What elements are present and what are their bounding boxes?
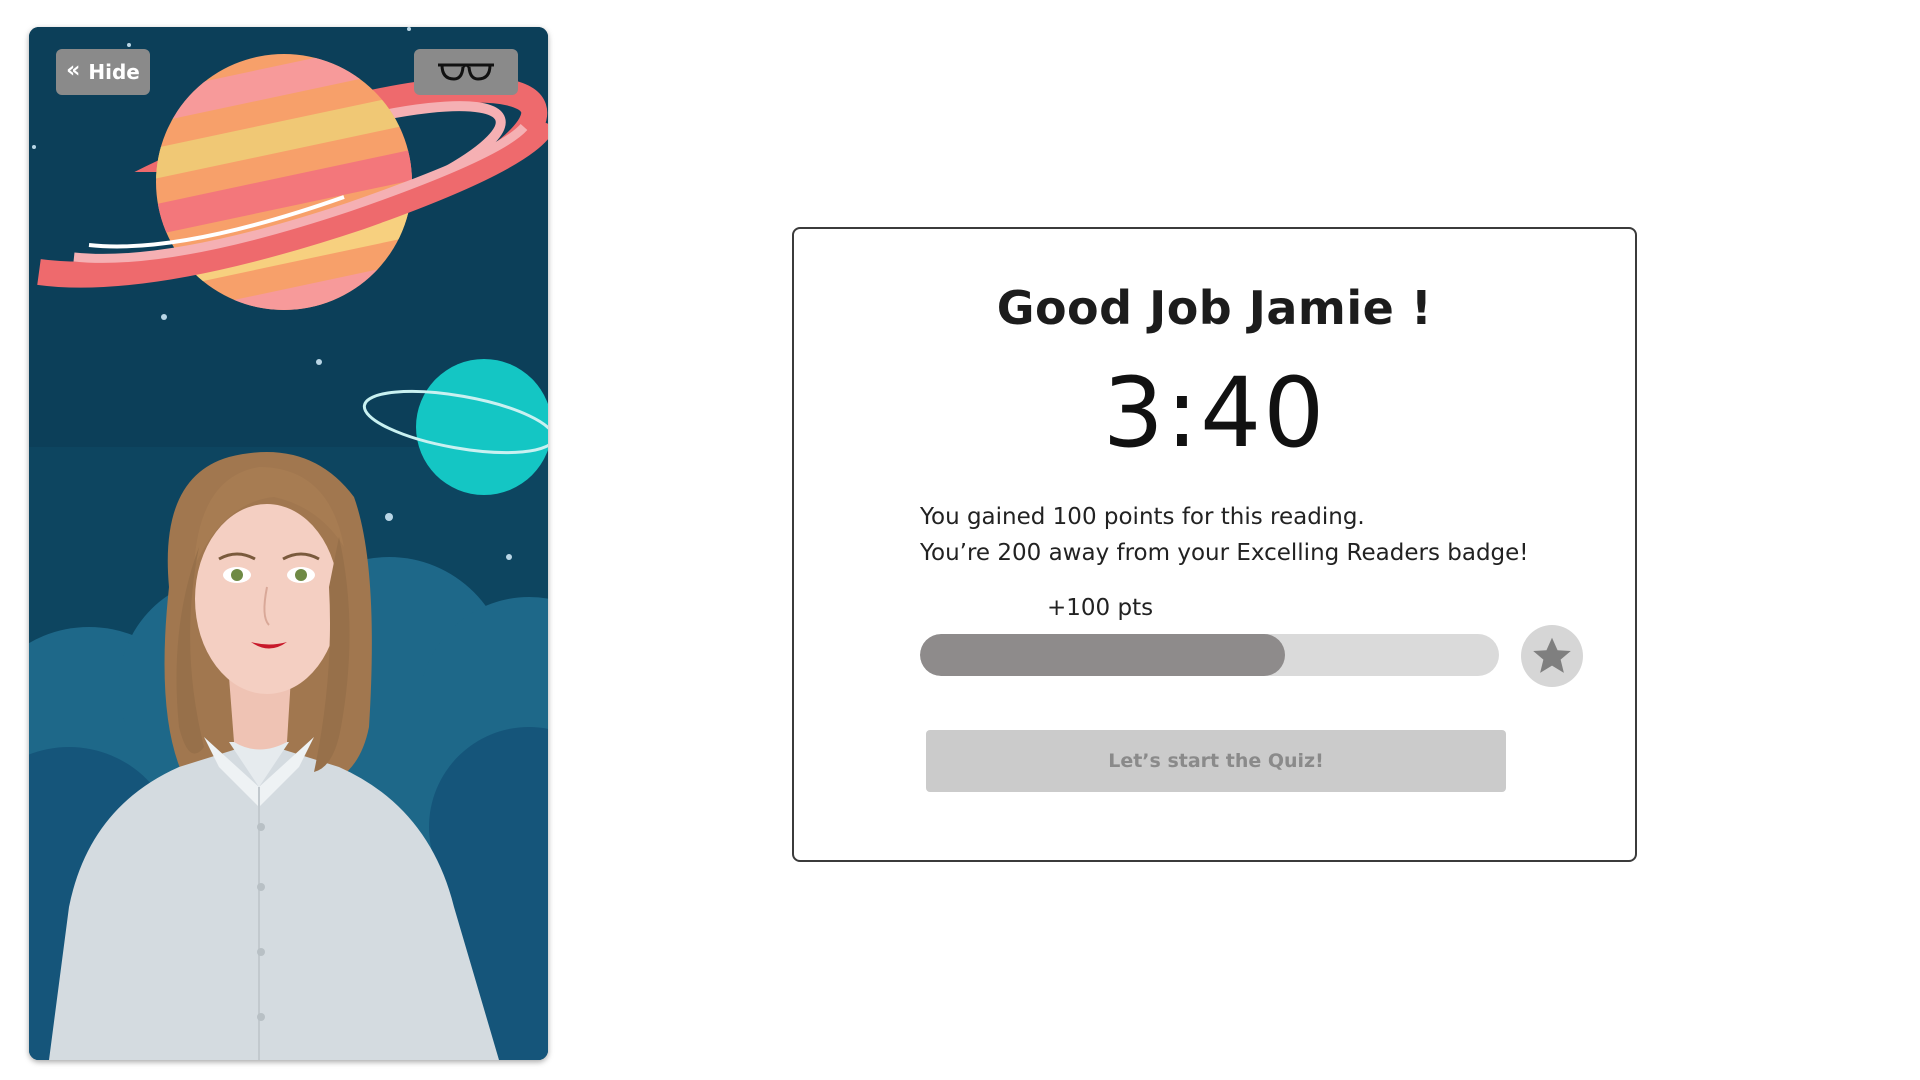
hide-button[interactable]: « Hide — [56, 49, 150, 95]
hide-button-label: Hide — [88, 60, 140, 84]
badge-star — [1521, 625, 1583, 687]
badge-progress-fill — [920, 634, 1285, 676]
start-quiz-button[interactable]: Let’s start the Quiz! — [926, 730, 1506, 792]
glasses-button[interactable] — [414, 49, 518, 95]
points-gained-text: You gained 100 points for this reading. — [920, 504, 1365, 530]
double-chevron-left-icon: « — [66, 58, 81, 83]
badge-progress-text: You’re 200 away from your Excelling Read… — [920, 540, 1529, 566]
reading-timer: 3:40 — [1102, 357, 1327, 469]
glasses-icon — [438, 63, 494, 81]
points-gained-label: +100 pts — [1047, 595, 1154, 621]
avatar-panel: « Hide — [29, 27, 548, 1060]
greeting-heading: Good Job Jamie ! — [996, 281, 1433, 335]
star-icon — [1533, 637, 1571, 673]
points-message: You gained 100 points for this reading. … — [920, 499, 1560, 571]
space-scene-illustration — [29, 27, 548, 1060]
reading-result-card: Good Job Jamie ! 3:40 You gained 100 poi… — [792, 227, 1637, 862]
badge-progress-bar — [920, 634, 1499, 676]
